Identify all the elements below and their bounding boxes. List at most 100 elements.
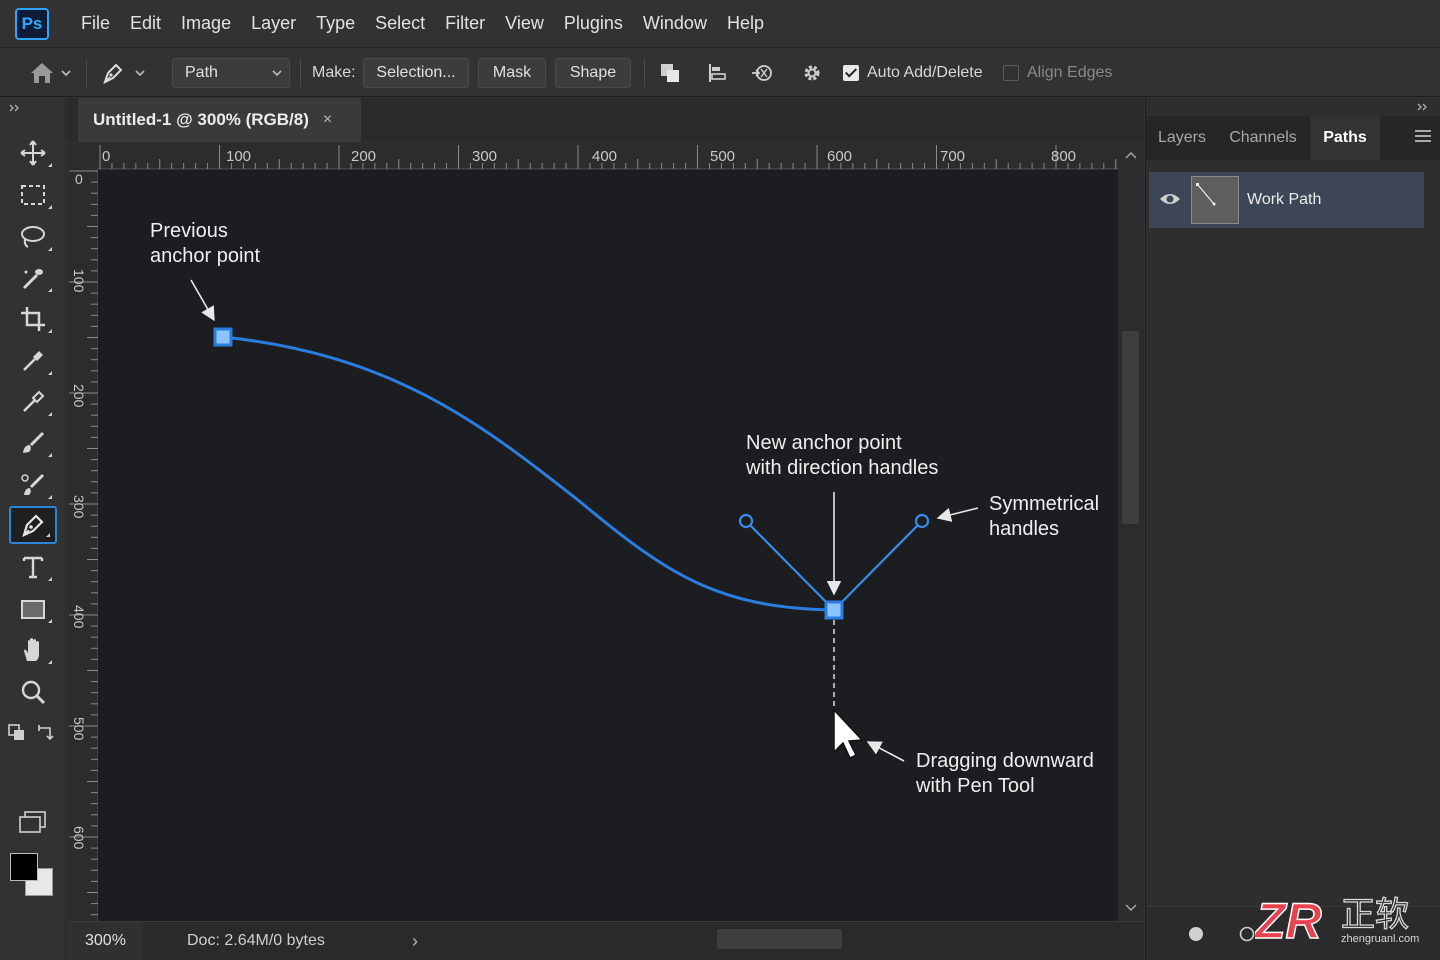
document-info[interactable]: Doc: 2.64M/0 bytes — [187, 922, 325, 960]
new-anchor-point[interactable] — [824, 600, 844, 620]
ruler-label: 200 — [351, 148, 377, 165]
ruler-label: 600 — [827, 148, 853, 165]
annotation-line: with direction handles — [746, 457, 939, 479]
align-edges-checkbox[interactable]: Align Edges — [1003, 49, 1112, 97]
tab-paths[interactable]: Paths — [1310, 116, 1380, 160]
direction-handle-right[interactable] — [833, 520, 923, 611]
make-selection-button[interactable]: Selection... — [363, 58, 469, 88]
direction-handle-left[interactable] — [745, 520, 835, 611]
menu-view[interactable]: View — [495, 0, 554, 48]
checkbox-unchecked[interactable] — [1003, 65, 1019, 81]
swap-colors-button[interactable] — [36, 724, 56, 746]
previous-anchor-point[interactable] — [213, 327, 233, 347]
move-tool[interactable] — [9, 134, 57, 172]
quick-selection-tool[interactable] — [9, 259, 57, 297]
annotation-symmetrical: Symmetrical handles — [989, 492, 1099, 542]
document-canvas[interactable]: Previous anchor point New anchor point w… — [98, 170, 1118, 921]
eyedropper-icon — [23, 351, 43, 371]
crop-tool[interactable] — [9, 300, 57, 338]
path-row-work-path[interactable]: Work Path — [1149, 172, 1424, 228]
default-colors-button[interactable] — [8, 724, 28, 746]
checkbox-checked[interactable] — [843, 65, 859, 81]
path-alignment-button[interactable] — [706, 49, 730, 97]
chevron-up-icon[interactable] — [1124, 151, 1138, 161]
ruler-label: 100 — [226, 148, 252, 165]
menu-select[interactable]: Select — [365, 0, 435, 48]
eye-icon[interactable] — [1159, 191, 1181, 207]
menu-layer[interactable]: Layer — [241, 0, 306, 48]
menu-filter[interactable]: Filter — [435, 0, 495, 48]
annotation-arrow — [866, 741, 905, 762]
eyedropper-tool[interactable] — [9, 342, 57, 380]
hand-tool[interactable] — [9, 631, 57, 669]
collapse-panel-icon[interactable] — [1416, 102, 1430, 112]
annotation-arrow — [190, 279, 215, 322]
scrollbar-thumb[interactable] — [1122, 331, 1139, 524]
screen-mode-button[interactable] — [18, 810, 48, 838]
watermark-text: 正软 — [1341, 895, 1409, 935]
tools-panel — [0, 98, 66, 960]
type-tool[interactable] — [9, 548, 57, 586]
handle-point-left[interactable] — [738, 513, 754, 529]
close-icon[interactable]: × — [323, 111, 332, 129]
chevron-down-icon — [272, 70, 282, 77]
pen-settings-button[interactable] — [800, 49, 824, 97]
auto-add-delete-checkbox[interactable]: Auto Add/Delete — [843, 49, 983, 97]
vertical-ruler[interactable]: 0 100 200 300 400 500 600 — [67, 169, 98, 921]
auto-add-delete-label: Auto Add/Delete — [867, 64, 983, 81]
make-shape-button[interactable]: Shape — [555, 58, 631, 88]
marquee-tool[interactable] — [9, 176, 57, 214]
pen-tool-icon — [22, 514, 44, 537]
pen-mode-select[interactable]: Path — [172, 58, 290, 88]
rectangle-tool[interactable] — [9, 590, 57, 628]
menu-edit[interactable]: Edit — [120, 0, 171, 48]
horizontal-scrollbar-thumb[interactable] — [717, 929, 842, 949]
hand-icon — [24, 638, 39, 661]
panel-menu-icon[interactable] — [1415, 130, 1431, 145]
brush-tool[interactable] — [9, 424, 57, 462]
move-icon — [20, 140, 46, 166]
path-arrangement-button[interactable] — [750, 49, 776, 97]
home-button[interactable] — [28, 49, 72, 97]
menu-help[interactable]: Help — [717, 0, 774, 48]
path-thumbnail-preview — [1196, 183, 1216, 206]
menu-file[interactable]: File — [71, 0, 120, 48]
tab-channels[interactable]: Channels — [1218, 116, 1308, 160]
ruler-label: 400 — [71, 605, 87, 629]
healing-brush-tool[interactable] — [9, 383, 57, 421]
fill-path-icon[interactable] — [1188, 926, 1204, 942]
stroke-path-icon[interactable] — [1239, 926, 1255, 942]
clone-stamp-tool[interactable] — [9, 466, 57, 504]
menu-window[interactable]: Window — [633, 0, 717, 48]
menu-plugins[interactable]: Plugins — [554, 0, 633, 48]
annotation-line: Previous — [150, 220, 228, 242]
annotation-line: handles — [989, 518, 1060, 540]
zoom-level-field[interactable]: 300% — [67, 922, 143, 960]
ruler-label: 200 — [71, 384, 87, 408]
chevron-down-icon[interactable] — [1124, 903, 1138, 913]
horizontal-ruler[interactable]: 0 100 200 300 400 500 600 700 800 — [98, 143, 1118, 169]
path-operations-button[interactable] — [658, 49, 682, 97]
path-name[interactable]: Work Path — [1247, 172, 1321, 228]
pen-tool-icon — [103, 63, 123, 84]
tool-preset-picker[interactable] — [100, 49, 146, 97]
vertical-scrollbar[interactable] — [1118, 143, 1144, 921]
pen-tool[interactable] — [9, 506, 57, 544]
document-tab[interactable]: Untitled-1 @ 300% (RGB/8) × — [78, 98, 361, 142]
healing-brush-icon — [23, 390, 45, 412]
foreground-color-swatch[interactable] — [10, 853, 38, 881]
zoom-tool[interactable] — [9, 673, 57, 711]
collapse-panel-icon[interactable] — [8, 103, 22, 113]
status-menu-arrow[interactable]: › — [412, 922, 418, 960]
menu-type[interactable]: Type — [306, 0, 365, 48]
handle-point-right[interactable] — [914, 513, 930, 529]
bezier-path[interactable] — [222, 335, 835, 612]
ruler-label: 700 — [940, 148, 966, 165]
menu-image[interactable]: Image — [171, 0, 241, 48]
tab-layers[interactable]: Layers — [1146, 116, 1218, 160]
quick-selection-icon — [22, 269, 43, 290]
annotation-new-anchor: New anchor point with direction handles — [746, 431, 938, 481]
make-mask-button[interactable]: Mask — [478, 58, 546, 88]
lasso-tool[interactable] — [9, 218, 57, 256]
app-logo: Ps — [15, 7, 49, 40]
